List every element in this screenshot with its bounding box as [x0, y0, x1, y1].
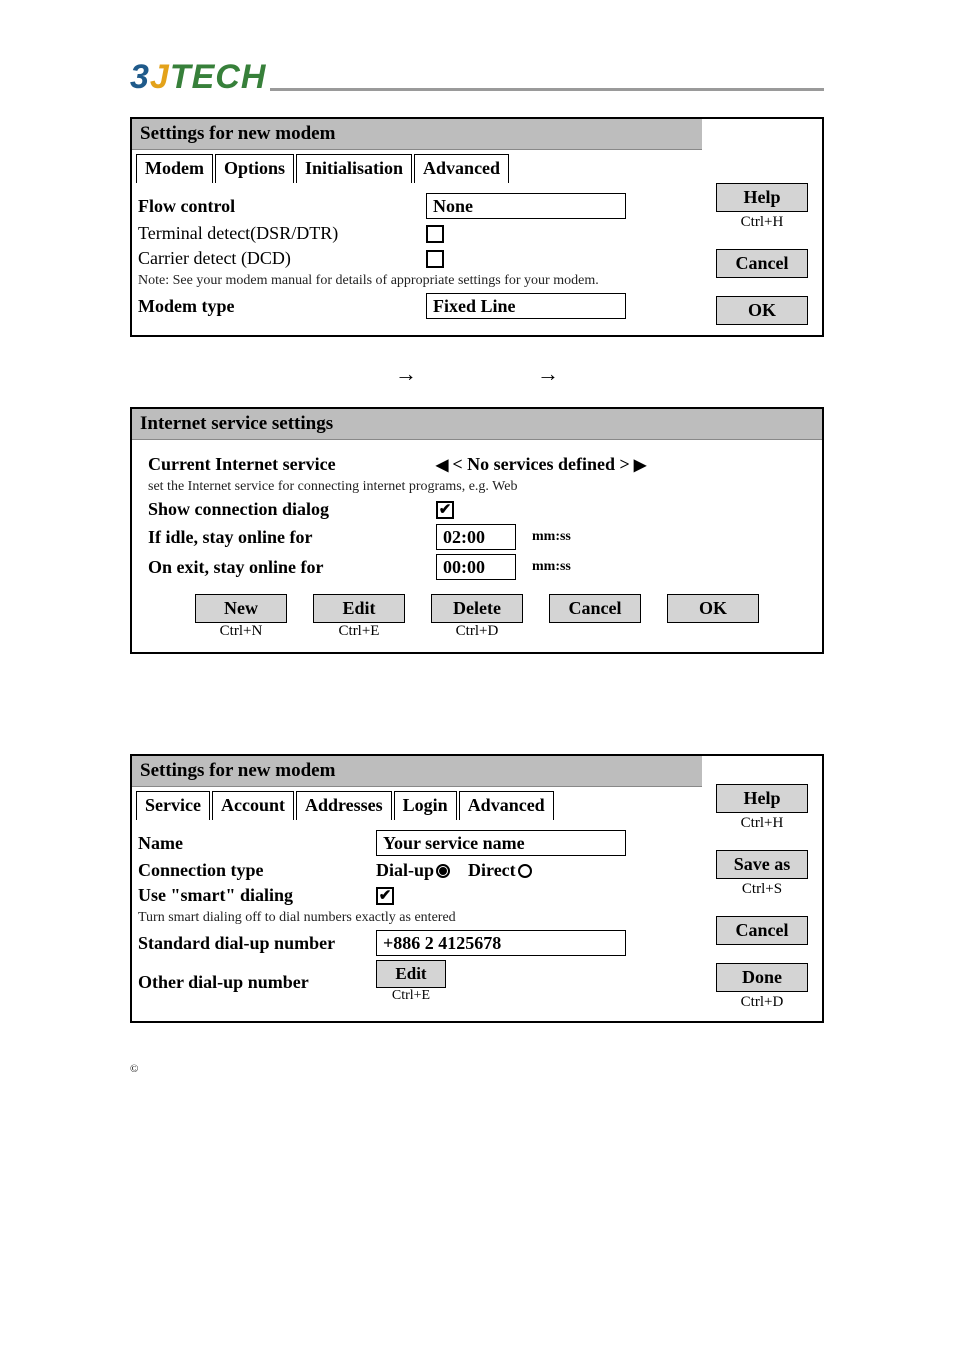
- radio-dialup[interactable]: Dial-up: [376, 860, 450, 881]
- carrier-detect-checkbox[interactable]: [426, 250, 444, 268]
- current-service-hint: set the Internet service for connecting …: [148, 479, 806, 495]
- radio-empty-icon: [518, 864, 532, 878]
- new-shortcut: Ctrl+N: [220, 623, 263, 640]
- service-name-input[interactable]: Your service name: [376, 830, 626, 856]
- help-button[interactable]: Help: [716, 183, 808, 212]
- copyright: ©: [130, 1063, 824, 1075]
- radio-direct[interactable]: Direct: [468, 860, 532, 881]
- internet-service-panel: Internet service settings Current Intern…: [130, 407, 824, 654]
- logo-rule: [270, 88, 824, 91]
- smart-dialing-label: Use "smart" dialing: [138, 885, 368, 906]
- arrow-icon: →: [537, 361, 559, 387]
- modem-type-select[interactable]: Fixed Line: [426, 293, 626, 319]
- panel3-title: Settings for new modem: [132, 756, 702, 787]
- tab-login[interactable]: Login: [394, 791, 457, 820]
- idle-suffix: mm:ss: [532, 529, 571, 545]
- edit-button[interactable]: Edit: [313, 594, 405, 623]
- radio-dialup-label: Dial-up: [376, 860, 434, 881]
- std-dialup-input[interactable]: +886 2 4125678: [376, 930, 626, 956]
- idle-online-input[interactable]: 02:00: [436, 524, 516, 550]
- exit-online-input[interactable]: 00:00: [436, 554, 516, 580]
- panel3-tabs: Service Account Addresses Login Advanced: [132, 787, 702, 820]
- new-button[interactable]: New: [195, 594, 287, 623]
- panel1-title: Settings for new modem: [132, 119, 702, 150]
- smart-dialing-hint: Turn smart dialing off to dial numbers e…: [138, 910, 696, 926]
- modem-type-label: Modem type: [138, 296, 418, 317]
- arrow-icon: →: [395, 361, 417, 387]
- tab-account[interactable]: Account: [212, 791, 294, 820]
- show-connection-checkbox[interactable]: ✔: [436, 501, 454, 519]
- ok-button[interactable]: OK: [667, 594, 759, 623]
- other-dialup-edit-button[interactable]: Edit: [376, 960, 446, 988]
- service-settings-panel: Settings for new modem Service Account A…: [130, 754, 824, 1023]
- help-shortcut: Ctrl+H: [741, 815, 784, 832]
- other-dialup-edit-shortcut: Ctrl+E: [376, 988, 446, 1004]
- cancel-button[interactable]: Cancel: [716, 916, 808, 945]
- help-shortcut: Ctrl+H: [741, 214, 784, 231]
- tab-modem[interactable]: Modem: [136, 154, 213, 183]
- ok-button[interactable]: OK: [716, 296, 808, 325]
- current-service-label: Current Internet service: [148, 454, 428, 475]
- tab-options[interactable]: Options: [215, 154, 294, 183]
- spin-right-icon[interactable]: ▶: [634, 455, 646, 475]
- show-connection-label: Show connection dialog: [148, 499, 428, 520]
- idle-online-label: If idle, stay online for: [148, 527, 428, 548]
- current-service-spinner[interactable]: ◀ < No services defined > ▶: [436, 454, 646, 475]
- std-dialup-label: Standard dial-up number: [138, 933, 368, 954]
- done-button[interactable]: Done: [716, 963, 808, 992]
- edit-shortcut: Ctrl+E: [339, 623, 380, 640]
- radio-filled-icon: [436, 864, 450, 878]
- carrier-detect-label: Carrier detect (DCD): [138, 248, 418, 269]
- nav-arrows: → →: [130, 361, 824, 387]
- other-dialup-label: Other dial-up number: [138, 972, 368, 993]
- logo-part-3: 3: [130, 58, 150, 96]
- logo-part-j: J: [150, 58, 170, 96]
- panel2-title: Internet service settings: [132, 409, 822, 440]
- modem-settings-panel: Settings for new modem Modem Options Ini…: [130, 117, 824, 337]
- exit-suffix: mm:ss: [532, 559, 571, 575]
- delete-shortcut: Ctrl+D: [456, 623, 499, 640]
- logo: 3JTECH: [130, 58, 824, 97]
- tab-advanced-2[interactable]: Advanced: [459, 791, 554, 820]
- exit-online-label: On exit, stay online for: [148, 557, 428, 578]
- tab-service[interactable]: Service: [136, 791, 210, 820]
- save-as-shortcut: Ctrl+S: [742, 881, 782, 898]
- panel1-tabs: Modem Options Initialisation Advanced: [132, 150, 702, 183]
- tab-initialisation[interactable]: Initialisation: [296, 154, 412, 183]
- logo-part-tech: TECH: [170, 58, 267, 96]
- save-as-button[interactable]: Save as: [716, 850, 808, 879]
- flow-control-select[interactable]: None: [426, 193, 626, 219]
- modem-note: Note: See your modem manual for details …: [138, 273, 696, 289]
- connection-type-label: Connection type: [138, 860, 368, 881]
- cancel-button[interactable]: Cancel: [716, 249, 808, 278]
- spin-left-icon[interactable]: ◀: [436, 455, 448, 475]
- terminal-detect-checkbox[interactable]: [426, 225, 444, 243]
- current-service-value: < No services defined >: [452, 454, 630, 475]
- terminal-detect-label: Terminal detect(DSR/DTR): [138, 223, 418, 244]
- service-name-label: Name: [138, 833, 368, 854]
- help-button[interactable]: Help: [716, 784, 808, 813]
- flow-control-label: Flow control: [138, 196, 418, 217]
- tab-advanced[interactable]: Advanced: [414, 154, 509, 183]
- tab-addresses[interactable]: Addresses: [296, 791, 392, 820]
- done-shortcut: Ctrl+D: [741, 994, 784, 1011]
- radio-direct-label: Direct: [468, 860, 516, 881]
- delete-button[interactable]: Delete: [431, 594, 523, 623]
- smart-dialing-checkbox[interactable]: ✔: [376, 887, 394, 905]
- cancel-button[interactable]: Cancel: [549, 594, 641, 623]
